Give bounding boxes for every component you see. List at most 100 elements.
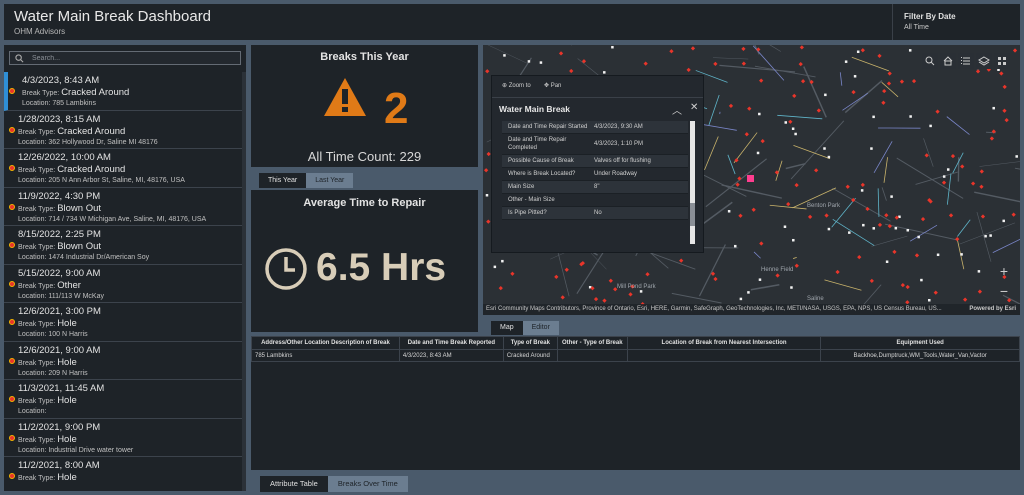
- break-datetime: 11/3/2021, 11:45 AM: [18, 383, 105, 394]
- popup-field-name: Main Size: [508, 184, 535, 190]
- list-item[interactable]: 11/2/2021, 8:00 AM Break Type: Hole: [4, 457, 246, 491]
- popup-row: Date and Time Repair Started 4/3/2023, 9:…: [502, 121, 688, 134]
- break-type-value: Blown Out: [57, 202, 102, 214]
- break-marker-icon: [9, 319, 15, 325]
- valve-marker: [527, 60, 531, 63]
- pan-button[interactable]: ✥ Pan: [544, 82, 561, 89]
- break-datetime: 11/2/2021, 9:00 PM: [18, 421, 101, 433]
- column-header[interactable]: Equipment Used: [820, 336, 1020, 350]
- powered-by[interactable]: Powered by Esri: [969, 304, 1016, 315]
- column-header[interactable]: Location of Break from Nearest Intersect…: [626, 336, 822, 350]
- list-item[interactable]: 11/3/2021, 11:45 AM Break Type: Hole Locat…: [4, 380, 246, 419]
- list-item[interactable]: 5/15/2022, 9:00 AM Break Type: Other Locat…: [4, 265, 246, 303]
- list-item[interactable]: 8/15/2022, 2:25 PM Break Type: Blown Out L…: [4, 226, 246, 265]
- valve-marker: [917, 235, 920, 239]
- collapse-icon[interactable]: ︿: [672, 102, 682, 117]
- valve-marker: [823, 147, 826, 150]
- layer-list-icon: [961, 57, 970, 65]
- valve-marker: [501, 259, 504, 263]
- break-type-label: Break Type:: [18, 321, 56, 328]
- break-type-label: Break Type:: [18, 475, 56, 482]
- tab-map[interactable]: Map: [491, 321, 523, 335]
- date-filter[interactable]: Filter By Date All Time: [892, 4, 1020, 40]
- list-item[interactable]: 4/3/2023, 8:43 AM Break Type: Cracked Aro…: [4, 72, 246, 111]
- valve-marker: [872, 115, 875, 119]
- break-datetime: 5/15/2022, 9:00 AM: [18, 267, 101, 279]
- break-location: Location: 205 N Ann Arbor St, Saline, MI…: [18, 177, 185, 184]
- dashboard-subtitle: OHM Advisors: [14, 27, 66, 36]
- popup-scrollbar[interactable]: [690, 121, 695, 244]
- valve-marker: [639, 290, 643, 293]
- column-header[interactable]: Other - Type of Break: [556, 336, 628, 350]
- basemap-gallery-button[interactable]: [994, 53, 1010, 69]
- popup-scroll-thumb[interactable]: [690, 203, 695, 226]
- valve-marker: [992, 106, 995, 110]
- map-search-button[interactable]: [922, 53, 938, 69]
- zoom-out-button[interactable]: −: [993, 281, 1015, 301]
- search-input[interactable]: [32, 52, 232, 64]
- break-datetime: 4/3/2023, 8:43 AM: [22, 75, 100, 86]
- column-header[interactable]: Type of Break: [502, 336, 558, 350]
- valve-marker: [539, 61, 543, 64]
- break-type-label: Break Type:: [18, 359, 56, 367]
- valve-marker: [929, 124, 932, 128]
- tab-breaks-over-time[interactable]: Breaks Over Time: [327, 476, 408, 492]
- tab-this-year[interactable]: This Year: [259, 173, 307, 188]
- valve-marker: [790, 286, 793, 289]
- list-item[interactable]: 12/6/2021, 3:00 PM Break Type: Hole Locati…: [4, 303, 246, 342]
- warning-icon: [324, 78, 366, 116]
- break-datetime: 12/6/2021, 9:00 AM: [18, 344, 101, 356]
- home-button[interactable]: [940, 53, 956, 69]
- valve-marker: [942, 175, 946, 178]
- valve-marker: [920, 278, 923, 282]
- layers-button[interactable]: [976, 53, 992, 69]
- list-item[interactable]: 12/26/2022, 10:00 AM Break Type: Cracked …: [4, 149, 246, 188]
- search-box[interactable]: [9, 51, 241, 65]
- list-item[interactable]: 11/2/2021, 9:00 PM Break Type: Hole Locati…: [4, 419, 246, 457]
- break-location: Location: 714 / 734 W Michigan Ave, Sali…: [18, 215, 207, 223]
- break-marker-icon: [9, 165, 15, 171]
- popup-row: Date and Time Repair Completed 4/3/2023, …: [502, 134, 688, 155]
- valve-marker: [784, 121, 788, 124]
- valve-marker: [734, 244, 737, 248]
- break-marker-icon: [9, 203, 15, 210]
- table-row[interactable]: 785 Lambkins 4/3/2023, 8:43 AM Cracked Aro…: [251, 349, 1020, 362]
- popup-field-name: Is Pipe Pitted?: [508, 210, 547, 216]
- valve-marker: [989, 234, 992, 237]
- clock-icon: [265, 248, 307, 290]
- popup-field-name: Other - Main Size: [508, 197, 555, 203]
- filter-value[interactable]: All Time: [904, 24, 929, 31]
- valve-marker: [824, 93, 827, 97]
- layer-list-button[interactable]: [958, 53, 974, 69]
- break-datetime: 8/15/2022, 2:25 PM: [18, 229, 101, 240]
- break-type: Break Type: Hole: [18, 357, 77, 368]
- valve-marker: [984, 234, 987, 238]
- break-type-label: Break Type:: [18, 398, 56, 405]
- break-location: Location: 1474 Industrial Dr/American So…: [18, 254, 150, 261]
- table-cell: 4/3/2023, 8:43 AM: [398, 349, 504, 362]
- list-item[interactable]: 12/6/2021, 9:00 AM Break Type: Hole Locati…: [4, 342, 246, 380]
- tab-last-year[interactable]: Last Year: [306, 173, 354, 188]
- list-scrollbar[interactable]: [242, 72, 246, 491]
- valve-marker: [727, 210, 731, 213]
- zoom-to-button[interactable]: ⊕ Zoom to: [502, 82, 531, 89]
- list-item[interactable]: 11/9/2022, 4:30 PM Break Type: Blown Out L…: [4, 188, 246, 226]
- break-location: Location:: [18, 408, 47, 415]
- pan-icon: ✥: [544, 83, 550, 89]
- popup-field-value: [594, 198, 688, 202]
- valve-marker: [977, 270, 981, 273]
- valve-marker: [783, 225, 787, 228]
- zoom-in-button[interactable]: +: [993, 261, 1015, 281]
- table-header-row: Address/Other Location Description of Br…: [251, 336, 1020, 350]
- popup-toolbar: ⊕ Zoom to ✥ Pan: [492, 76, 703, 98]
- map-attribution: Esri Community Maps Contributors, Provin…: [483, 304, 1020, 315]
- valve-marker: [853, 75, 857, 78]
- map-view[interactable]: Mill Pond Park Saline Henne Field Benton Pa…: [483, 45, 1020, 315]
- list-item[interactable]: 1/28/2023, 8:15 AM Break Type: Cracked Ar…: [4, 111, 246, 149]
- close-icon[interactable]: ✕: [690, 102, 698, 113]
- column-header[interactable]: Address/Other Location Description of Br…: [251, 336, 400, 350]
- break-marker-icon: [9, 242, 15, 248]
- tab-attribute-table[interactable]: Attribute Table: [260, 476, 328, 492]
- tab-editor[interactable]: Editor: [522, 321, 559, 335]
- column-header[interactable]: Date and Time Break Reported: [398, 336, 504, 350]
